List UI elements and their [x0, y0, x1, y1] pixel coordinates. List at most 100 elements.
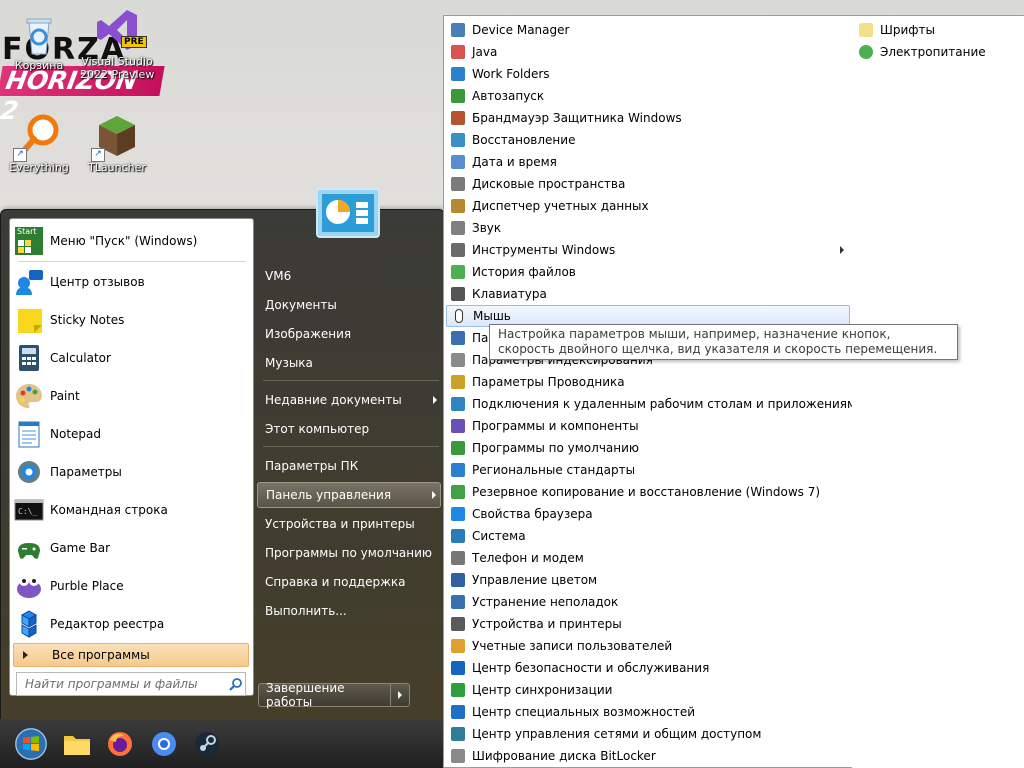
all-programs-button[interactable]: Все программы — [13, 643, 249, 667]
places-item-default-programs[interactable]: Программы по умолчанию — [257, 540, 441, 566]
control-panel-item[interactable]: Дисковые пространства — [446, 173, 850, 195]
control-panel-item[interactable]: Центр управления сетями и общим доступом — [446, 723, 850, 745]
control-panel-item[interactable]: Автозапуск — [446, 85, 850, 107]
control-panel-item[interactable]: Шифрование диска BitLocker — [446, 745, 850, 767]
everything-search-icon: ↗ — [13, 112, 63, 162]
places-item-pc-settings[interactable]: Параметры ПК — [257, 453, 441, 479]
control-panel-item[interactable]: Параметры Проводника — [446, 371, 850, 393]
mouse-tooltip: Настройка параметров мыши, например, наз… — [489, 324, 958, 360]
places-item-label: Программы по умолчанию — [265, 546, 433, 560]
region-icon — [450, 462, 466, 478]
taskbar-chromium[interactable] — [147, 727, 181, 761]
firewall-icon — [450, 110, 466, 126]
control-panel-item[interactable]: Диспетчер учетных данных — [446, 195, 850, 217]
control-panel-item[interactable]: Резервное копирование и восстановление (… — [446, 481, 850, 503]
recent-item[interactable]: Game Bar — [13, 530, 249, 566]
date-time-icon — [450, 154, 466, 170]
recent-item[interactable]: Sticky Notes — [13, 302, 249, 338]
places-item-run[interactable]: Выполнить... — [257, 598, 441, 624]
control-panel-item-label: Параметры Проводника — [472, 375, 625, 389]
places-item-label: Параметры ПК — [265, 459, 359, 473]
start-search-input[interactable] — [23, 676, 227, 692]
control-panel-item[interactable]: Инструменты Windows — [446, 239, 850, 261]
recent-item[interactable]: Calculator — [13, 340, 249, 376]
phone-modem-icon — [450, 550, 466, 566]
shutdown-options-button[interactable] — [391, 691, 409, 699]
desktop-icon-everything[interactable]: ↗ Everything — [2, 112, 76, 174]
places-item-label: Справка и поддержка — [265, 575, 406, 589]
control-panel-item[interactable]: Брандмауэр Защитника Windows — [446, 107, 850, 129]
desktop-icon-label: Корзина — [14, 59, 64, 72]
windows-tools-icon — [450, 242, 466, 258]
network-sharing-icon — [450, 726, 466, 742]
places-item-this-pc[interactable]: Этот компьютер — [257, 416, 441, 442]
start-search-box[interactable] — [16, 672, 246, 696]
start-orb-button[interactable] — [14, 727, 48, 761]
taskbar-firefox[interactable] — [103, 727, 137, 761]
shutdown-button[interactable]: Завершение работы — [258, 681, 410, 709]
control-panel-item[interactable]: История файлов — [446, 261, 850, 283]
device-manager-icon — [450, 22, 466, 38]
recent-item[interactable]: Параметры — [13, 454, 249, 490]
steam-icon — [195, 732, 219, 756]
recent-item[interactable]: Paint — [13, 378, 249, 414]
control-panel-item[interactable]: Система — [446, 525, 850, 547]
control-panel-item[interactable]: Управление цветом — [446, 569, 850, 591]
places-item-documents[interactable]: Документы — [257, 292, 441, 318]
control-panel-submenu: Device Manager Java Work Folders Автозапуск… — [443, 15, 879, 768]
places-item-music[interactable]: Музыка — [257, 350, 441, 376]
file-explorer-icon — [64, 736, 90, 755]
recent-item[interactable]: C:\_ Командная строка — [13, 492, 249, 528]
control-panel-item[interactable]: Центр специальных возможностей — [446, 701, 850, 723]
control-panel-item[interactable]: Device Manager — [446, 19, 850, 41]
places-item-user-folder[interactable]: VM6 — [257, 263, 441, 289]
desktop-icon-recycle-bin[interactable]: Корзина — [2, 10, 76, 72]
control-panel-item[interactable]: Программы и компоненты — [446, 415, 850, 437]
control-panel-item[interactable]: Устранение неполадок — [446, 591, 850, 613]
feedback-hub-icon — [14, 267, 44, 297]
notepad-icon — [14, 419, 44, 449]
recent-item[interactable]: Notepad — [13, 416, 249, 452]
control-panel-item[interactable]: Центр безопасности и обслуживания — [446, 657, 850, 679]
pinned-item-start-menu[interactable]: Start Меню "Пуск" (Windows) — [13, 223, 249, 259]
places-item-pictures[interactable]: Изображения — [257, 321, 441, 347]
control-panel-item-label: Резервное копирование и восстановление (… — [472, 485, 821, 499]
control-panel-item[interactable]: Java — [446, 41, 850, 63]
control-panel-item[interactable]: Дата и время — [446, 151, 850, 173]
control-panel-item-label: Свойства браузера — [472, 507, 593, 521]
control-panel-item[interactable]: Устройства и принтеры — [446, 613, 850, 635]
ease-of-access-icon — [450, 704, 466, 720]
places-item-label: Устройства и принтеры — [265, 517, 415, 531]
desktop-icon-visual-studio[interactable]: PRE Visual Studio 2022 Preview — [80, 6, 154, 81]
shutdown-label: Завершение работы — [259, 681, 391, 709]
desktop-icon-tlauncher[interactable]: ↗ TLauncher — [80, 112, 154, 174]
settings-gear-icon — [14, 457, 44, 487]
control-panel-item[interactable]: Звук — [446, 217, 850, 239]
control-panel-item[interactable]: Клавиатура — [446, 283, 850, 305]
places-item-help-support[interactable]: Справка и поддержка — [257, 569, 441, 595]
control-panel-item[interactable]: Восстановление — [446, 129, 850, 151]
places-item-devices-printers[interactable]: Устройства и принтеры — [257, 511, 441, 537]
control-panel-item[interactable]: Учетные записи пользователей — [446, 635, 850, 657]
search-icon[interactable] — [227, 675, 245, 693]
control-panel-item[interactable]: Центр синхронизации — [446, 679, 850, 701]
control-panel-item[interactable]: Свойства браузера — [446, 503, 850, 525]
recent-item[interactable]: Центр отзывов — [13, 264, 249, 300]
taskbar-steam[interactable] — [190, 727, 224, 761]
control-panel-item[interactable]: Шрифты — [854, 19, 1019, 41]
places-item-control-panel[interactable]: Панель управления — [257, 482, 441, 508]
control-panel-item[interactable]: Телефон и модем — [446, 547, 850, 569]
recent-item[interactable]: Редактор реестра — [13, 606, 249, 642]
places-item-label: Недавние документы — [265, 393, 402, 407]
control-panel-item[interactable]: Электропитание — [854, 41, 1019, 63]
autoplay-icon — [450, 88, 466, 104]
control-panel-item[interactable]: Work Folders — [446, 63, 850, 85]
control-panel-item[interactable]: Региональные стандарты — [446, 459, 850, 481]
control-panel-item-label: Клавиатура — [472, 287, 547, 301]
recent-item-label: Purble Place — [50, 579, 124, 593]
recent-item[interactable]: Purble Place — [13, 568, 249, 604]
control-panel-item[interactable]: Подключения к удаленным рабочим столам и… — [446, 393, 879, 415]
places-item-recent-documents[interactable]: Недавние документы — [257, 387, 441, 413]
control-panel-item[interactable]: Программы по умолчанию — [446, 437, 850, 459]
taskbar-file-explorer[interactable] — [60, 727, 94, 761]
